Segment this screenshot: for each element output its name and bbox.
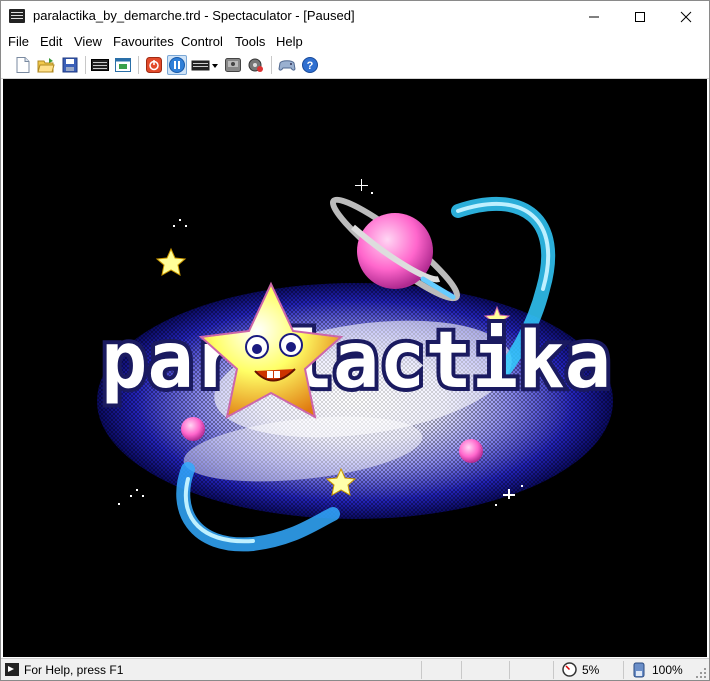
logo-text: paralactika xyxy=(101,316,611,406)
close-icon xyxy=(680,11,692,22)
menu-control[interactable]: Control xyxy=(181,34,223,49)
menu-favourites[interactable]: Favourites xyxy=(113,34,174,49)
help-status-icon xyxy=(5,663,19,676)
minimize-button[interactable] xyxy=(571,1,617,32)
window-icon xyxy=(115,58,131,72)
small-star-top-left xyxy=(155,247,187,276)
title-bar[interactable]: paralactika_by_demarche.trd - Spectacula… xyxy=(1,1,709,32)
minimize-icon xyxy=(589,16,599,17)
status-bar: For Help, press F1 5% 100% xyxy=(1,658,709,680)
new-button[interactable] xyxy=(13,55,33,75)
toolbar: ? xyxy=(1,52,709,79)
new-icon xyxy=(16,57,30,73)
controller-button[interactable] xyxy=(277,55,297,75)
maximize-button[interactable] xyxy=(617,1,663,32)
open-button[interactable] xyxy=(36,55,56,75)
toolbar-separator xyxy=(138,56,139,74)
menu-file[interactable]: File xyxy=(8,34,29,49)
menu-edit[interactable]: Edit xyxy=(40,34,62,49)
keyboard-button[interactable] xyxy=(90,55,110,75)
close-button[interactable] xyxy=(663,1,709,32)
help-icon: ? xyxy=(302,57,318,73)
status-speed: 5% xyxy=(582,663,600,677)
svg-text:?: ? xyxy=(307,60,314,72)
power-icon xyxy=(146,57,162,73)
status-separator xyxy=(509,661,510,679)
status-separator xyxy=(623,661,624,679)
window-button[interactable] xyxy=(113,55,133,75)
status-separator xyxy=(461,661,462,679)
status-volume: 100% xyxy=(652,663,683,677)
toolbar-separator xyxy=(85,56,86,74)
power-button[interactable] xyxy=(144,55,164,75)
menu-help[interactable]: Help xyxy=(276,34,303,49)
app-window: paralactika_by_demarche.trd - Spectacula… xyxy=(0,0,710,681)
pause-button[interactable] xyxy=(167,55,187,75)
menu-view[interactable]: View xyxy=(74,34,102,49)
app-icon xyxy=(9,9,25,23)
disk-button[interactable] xyxy=(223,55,243,75)
small-planet-right xyxy=(459,439,483,463)
window-title: paralactika_by_demarche.trd - Spectacula… xyxy=(33,8,355,23)
volume-icon xyxy=(633,662,645,678)
speed-gauge-icon xyxy=(562,662,577,677)
save-button[interactable] xyxy=(60,55,80,75)
status-help-text: For Help, press F1 xyxy=(24,663,124,677)
menu-bar: File Edit View Favourites Control Tools … xyxy=(1,32,709,52)
pause-icon xyxy=(169,57,185,73)
open-icon xyxy=(37,58,55,73)
controller-icon xyxy=(278,60,296,71)
menu-tools[interactable]: Tools xyxy=(235,34,265,49)
status-separator xyxy=(553,661,554,679)
small-planet-left xyxy=(181,417,205,441)
maximize-icon xyxy=(635,11,645,22)
disk-icon xyxy=(225,58,241,72)
emulator-screen[interactable]: paralactika paralactika xyxy=(3,79,707,657)
help-button[interactable]: ? xyxy=(300,55,320,75)
paralactika-artwork: paralactika paralactika xyxy=(97,179,615,552)
toolbar-separator xyxy=(271,56,272,74)
joystick-keyboard-button[interactable] xyxy=(191,55,219,75)
tape-button[interactable] xyxy=(246,55,266,75)
keyboard-icon xyxy=(91,59,109,71)
tape-icon xyxy=(248,58,263,72)
status-separator xyxy=(421,661,422,679)
resize-grip-icon[interactable] xyxy=(696,668,707,679)
save-icon xyxy=(62,57,78,73)
joystick-keyboard-icon xyxy=(191,60,218,71)
